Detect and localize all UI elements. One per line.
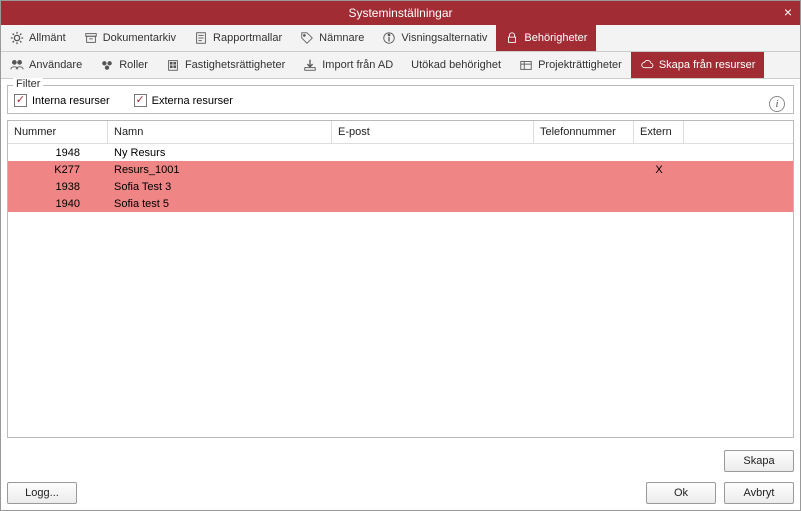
tab-projekträttigheter[interactable]: Projekträttigheter — [510, 52, 631, 78]
check-icon: ✓ — [14, 94, 27, 107]
window: Systeminställningar × Allmänt Dokumentark… — [0, 0, 801, 511]
tab-nämnare[interactable]: Nämnare — [291, 25, 373, 51]
tab-roller[interactable]: Roller — [91, 52, 157, 78]
tag-icon — [300, 31, 314, 45]
gear-icon — [10, 31, 24, 45]
tab-label: Roller — [119, 59, 148, 71]
cell-phone — [534, 186, 634, 188]
tab-användare[interactable]: Användare — [1, 52, 91, 78]
cell-email — [332, 186, 534, 188]
cell-number: 1948 — [8, 146, 108, 160]
tab-label: Fastighetsrättigheter — [185, 59, 285, 71]
main-tabs: Allmänt Dokumentarkiv Rapportmallar Nämnare… — [1, 25, 800, 52]
tab-skapa-från-resurser[interactable]: Skapa från resurser — [631, 52, 765, 78]
cell-number: 1940 — [8, 197, 108, 211]
checkbox-internal-label: Interna resurser — [32, 95, 110, 107]
cell-extern — [634, 203, 684, 205]
tab-label: Skapa från resurser — [659, 59, 756, 71]
filter-box: Filter ✓ Interna resurser ✓ Externa resu… — [7, 85, 794, 114]
tab-label: Användare — [29, 59, 82, 71]
check-icon: ✓ — [134, 94, 147, 107]
col-header-name[interactable]: Namn — [108, 121, 332, 143]
cell-number: 1938 — [8, 180, 108, 194]
data-grid: Nummer Namn E-post Telefonnummer Extern … — [7, 120, 794, 438]
window-title: Systeminställningar — [348, 6, 452, 20]
tab-utökad-behörighet[interactable]: Utökad behörighet — [402, 52, 510, 78]
tab-rapportmallar[interactable]: Rapportmallar — [185, 25, 291, 51]
cell-name: Resurs_1001 — [108, 163, 332, 177]
create-button[interactable]: Skapa — [724, 450, 794, 472]
tab-allmänt[interactable]: Allmänt — [1, 25, 75, 51]
tab-behörigheter[interactable]: Behörigheter — [496, 25, 596, 51]
import-icon — [303, 58, 317, 72]
cell-extern — [634, 152, 684, 154]
table-row[interactable]: K277Resurs_1001 X — [8, 161, 793, 178]
col-header-email[interactable]: E-post — [332, 121, 534, 143]
cloud-icon — [640, 58, 654, 72]
ok-button[interactable]: Ok — [646, 482, 716, 504]
cell-extern — [634, 186, 684, 188]
building-icon — [166, 58, 180, 72]
cell-phone — [534, 203, 634, 205]
col-header-number[interactable]: Nummer — [8, 121, 108, 143]
project-icon — [519, 58, 533, 72]
cell-email — [332, 169, 534, 171]
tab-label: Import från AD — [322, 59, 393, 71]
checkbox-external[interactable]: ✓ Externa resurser — [134, 94, 233, 107]
cell-name: Ny Resurs — [108, 146, 332, 160]
checkbox-internal[interactable]: ✓ Interna resurser — [14, 94, 110, 107]
tab-label: Allmänt — [29, 32, 66, 44]
tab-label: Visningsalternativ — [401, 32, 487, 44]
info-circle-icon — [382, 31, 396, 45]
tab-label: Utökad behörighet — [411, 59, 501, 71]
filter-legend: Filter — [13, 78, 43, 90]
cell-email — [332, 152, 534, 154]
col-header-phone[interactable]: Telefonnummer — [534, 121, 634, 143]
report-icon — [194, 31, 208, 45]
close-icon[interactable]: × — [784, 4, 792, 20]
tab-label: Nämnare — [319, 32, 364, 44]
cell-name: Sofia test 5 — [108, 197, 332, 211]
tab-label: Rapportmallar — [213, 32, 282, 44]
cell-phone — [534, 152, 634, 154]
checkbox-external-label: Externa resurser — [152, 95, 233, 107]
tab-label: Dokumentarkiv — [103, 32, 176, 44]
roles-icon — [100, 58, 114, 72]
table-row[interactable]: 1940Sofia test 5 — [8, 195, 793, 212]
titlebar: Systeminställningar × — [1, 1, 800, 25]
tab-import-från-ad[interactable]: Import från AD — [294, 52, 402, 78]
footer: Logg... Skapa Ok Avbryt — [1, 444, 800, 510]
archive-icon — [84, 31, 98, 45]
log-button[interactable]: Logg... — [7, 482, 77, 504]
info-icon[interactable]: i — [769, 96, 785, 112]
tab-visningsalternativ[interactable]: Visningsalternativ — [373, 25, 496, 51]
cell-phone — [534, 169, 634, 171]
table-row[interactable]: 1948Ny Resurs — [8, 144, 793, 161]
cancel-button[interactable]: Avbryt — [724, 482, 794, 504]
sub-tabs: Användare Roller Fastighetsrättigheter Impo… — [1, 52, 800, 79]
cell-number: K277 — [8, 163, 108, 177]
cell-email — [332, 203, 534, 205]
cell-name: Sofia Test 3 — [108, 180, 332, 194]
cell-extern: X — [634, 163, 684, 177]
users-icon — [10, 58, 24, 72]
lock-icon — [505, 31, 519, 45]
tab-label: Behörigheter — [524, 32, 587, 44]
grid-header: Nummer Namn E-post Telefonnummer Extern — [8, 121, 793, 144]
tab-label: Projekträttigheter — [538, 59, 622, 71]
table-row[interactable]: 1938Sofia Test 3 — [8, 178, 793, 195]
tab-fastighetsrättigheter[interactable]: Fastighetsrättigheter — [157, 52, 294, 78]
col-header-extern[interactable]: Extern — [634, 121, 684, 143]
tab-dokumentarkiv[interactable]: Dokumentarkiv — [75, 25, 185, 51]
grid-body[interactable]: 1948Ny ResursK277Resurs_1001X1938Sofia T… — [8, 144, 793, 437]
